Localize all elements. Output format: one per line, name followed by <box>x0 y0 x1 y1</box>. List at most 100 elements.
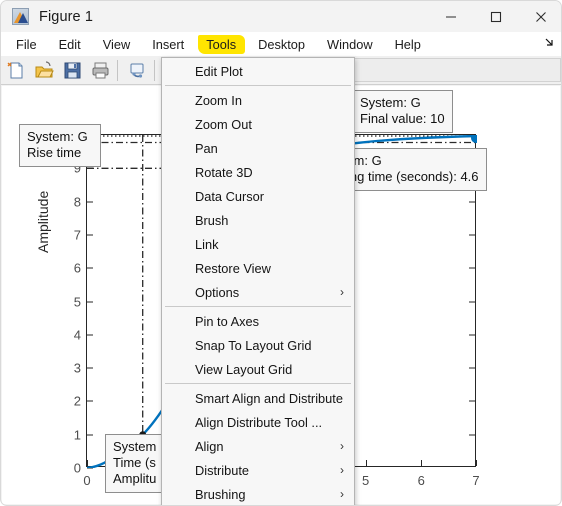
menu-item-options[interactable]: Options › <box>162 280 354 304</box>
y-axis-label: Amplitude <box>35 190 51 253</box>
menu-view-label: View <box>102 36 131 52</box>
menu-item-view-layout-grid-label: View Layout Grid <box>195 361 293 377</box>
menu-item-brush[interactable]: Brush <box>162 208 354 232</box>
final-value-datatip-line2: Final value: 10 <box>360 111 445 126</box>
menu-view[interactable]: View <box>98 35 136 54</box>
menu-item-edit-plot-label: Edit Plot <box>195 63 243 79</box>
menu-separator <box>165 306 351 307</box>
new-figure-icon[interactable] <box>3 58 29 83</box>
open-file-icon[interactable] <box>31 58 57 83</box>
menu-item-align-distribute-tool[interactable]: Align Distribute Tool ... <box>162 410 354 434</box>
menu-item-view-layout-grid[interactable]: View Layout Grid <box>162 357 354 381</box>
menu-separator <box>165 85 351 86</box>
y-tick-label: 6 <box>73 260 81 276</box>
title-bar: Figure 1 <box>1 1 561 32</box>
menu-item-link-label: Link <box>195 236 219 252</box>
menu-item-rotate-3d[interactable]: Rotate 3D <box>162 160 354 184</box>
menu-item-restore-view-label: Restore View <box>195 260 271 276</box>
x-tick-label: 7 <box>472 473 480 488</box>
menu-item-smart-align-and-distribute-label: Smart Align and Distribute <box>195 390 343 406</box>
menu-item-data-cursor-label: Data Cursor <box>195 188 264 204</box>
tools-dropdown-menu: Edit Plot Zoom In Zoom Out Pan Rotate 3D… <box>161 57 355 505</box>
link-plot-icon[interactable] <box>124 58 150 83</box>
x-tick-label: 5 <box>361 473 370 488</box>
menu-item-brushing[interactable]: Brushing › <box>162 482 354 505</box>
menu-item-align-distribute-tool-label: Align Distribute Tool ... <box>195 414 323 430</box>
y-tick-label: 0 <box>73 460 81 476</box>
final-value-datatip[interactable]: System: G Final value: 10 <box>352 90 453 133</box>
x-tick-label: 6 <box>417 473 425 488</box>
figure-window: Figure 1 File Edit View Insert Tools Des… <box>0 0 562 506</box>
x-tick-label: 0 <box>83 473 91 488</box>
y-tick-label: 4 <box>73 327 81 343</box>
menu-item-align[interactable]: Align › <box>162 434 354 458</box>
maximize-button[interactable] <box>473 1 518 32</box>
menu-window[interactable]: Window <box>322 35 378 54</box>
final-value-datatip-line1: System: G <box>360 95 421 110</box>
toolbar-separator-2 <box>154 59 155 81</box>
y-tick-label: 3 <box>73 360 81 376</box>
minimize-button[interactable] <box>428 1 473 32</box>
y-tick-label: 8 <box>73 194 81 210</box>
cursor-datatip-line2: Time (s <box>113 455 156 470</box>
chevron-right-icon: › <box>340 285 344 299</box>
rise-time-datatip-line1: System: G <box>27 129 88 144</box>
overflow-arrow-icon[interactable] <box>543 37 554 51</box>
menu-item-zoom-out[interactable]: Zoom Out <box>162 112 354 136</box>
menu-bar: File Edit View Insert Tools Desktop Wind… <box>1 32 561 56</box>
menu-desktop[interactable]: Desktop <box>253 35 310 54</box>
menu-item-rotate-3d-label: Rotate 3D <box>195 164 253 180</box>
menu-item-snap-to-layout-grid-label: Snap To Layout Grid <box>195 337 312 353</box>
y-tick-label: 1 <box>73 427 81 443</box>
menu-file-label: File <box>16 36 37 52</box>
rise-time-datatip-line2: Rise time <box>27 145 82 160</box>
chevron-right-icon: › <box>340 463 344 477</box>
menu-item-pan-label: Pan <box>195 140 218 156</box>
window-controls <box>428 1 561 32</box>
menu-item-zoom-in[interactable]: Zoom In <box>162 88 354 112</box>
menu-desktop-label: Desktop <box>258 36 306 52</box>
y-tick-label: 5 <box>73 294 81 309</box>
menu-item-distribute-label: Distribute <box>195 462 250 478</box>
menu-insert[interactable]: Insert <box>147 35 189 54</box>
final-value-marker <box>471 135 477 143</box>
menu-item-edit-plot[interactable]: Edit Plot <box>162 59 354 83</box>
menu-edit[interactable]: Edit <box>54 35 86 54</box>
menu-item-smart-align-and-distribute[interactable]: Smart Align and Distribute <box>162 386 354 410</box>
menu-tools-label: Tools <box>206 36 237 52</box>
y-tick-label: 7 <box>73 227 81 243</box>
rise-time-datatip[interactable]: System: G Rise time <box>19 124 101 167</box>
save-figure-icon[interactable] <box>59 58 85 83</box>
print-figure-icon[interactable] <box>87 58 113 83</box>
menu-edit-label: Edit <box>58 36 81 52</box>
chevron-right-icon: › <box>340 487 344 501</box>
menu-item-zoom-out-label: Zoom Out <box>195 116 252 132</box>
menu-item-pin-to-axes[interactable]: Pin to Axes <box>162 309 354 333</box>
menu-separator <box>165 383 351 384</box>
menu-help-label: Help <box>394 36 421 52</box>
menu-tools[interactable]: Tools <box>198 34 246 54</box>
cursor-datatip-line3: Amplitu <box>113 471 157 486</box>
menu-file[interactable]: File <box>11 35 42 54</box>
menu-item-data-cursor[interactable]: Data Cursor <box>162 184 354 208</box>
chevron-right-icon: › <box>340 439 344 453</box>
menu-item-restore-view[interactable]: Restore View <box>162 256 354 280</box>
menu-item-distribute[interactable]: Distribute › <box>162 458 354 482</box>
menu-insert-label: Insert <box>152 36 185 52</box>
menu-item-align-label: Align <box>195 438 224 454</box>
menu-item-brushing-label: Brushing <box>195 486 246 502</box>
toolbar-separator-1 <box>117 59 118 81</box>
window-title: Figure 1 <box>39 8 93 25</box>
menu-item-options-label: Options <box>195 284 240 300</box>
menu-help[interactable]: Help <box>390 35 426 54</box>
menu-window-label: Window <box>327 36 373 52</box>
close-button[interactable] <box>518 1 561 32</box>
menu-item-pan[interactable]: Pan <box>162 136 354 160</box>
menu-item-pin-to-axes-label: Pin to Axes <box>195 313 260 329</box>
matlab-figure-icon <box>12 8 29 25</box>
y-tick-label: 2 <box>73 393 81 409</box>
menu-item-link[interactable]: Link <box>162 232 354 256</box>
menu-item-zoom-in-label: Zoom In <box>195 92 242 108</box>
menu-item-brush-label: Brush <box>195 212 229 228</box>
menu-item-snap-to-layout-grid[interactable]: Snap To Layout Grid <box>162 333 354 357</box>
